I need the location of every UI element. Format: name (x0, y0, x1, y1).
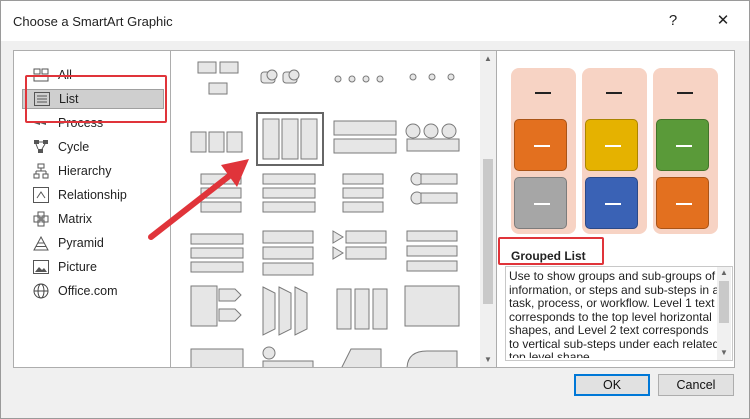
hierarchy-icon (32, 162, 50, 180)
group-heading-dash (677, 92, 693, 94)
category-label: Cycle (58, 140, 90, 154)
preview-pane: Grouped List Use to show groups and sub-… (496, 50, 735, 368)
category-label: Hierarchy (58, 164, 112, 178)
list-highlight-box (25, 75, 167, 123)
gallery-scrollbar[interactable]: ▲ ▼ (480, 51, 496, 367)
dialog-title: Choose a SmartArt Graphic (13, 14, 173, 29)
preview-group-2 (582, 68, 647, 234)
name-highlight-box (498, 237, 604, 265)
preview-block (514, 177, 567, 229)
preview-description: Use to show groups and sub-groups of inf… (509, 270, 720, 358)
close-button[interactable]: ✕ (713, 11, 733, 31)
scroll-down-icon[interactable]: ▼ (717, 348, 731, 357)
preview-block (656, 119, 709, 171)
preview-group-3 (653, 68, 718, 234)
category-label: Office.com (58, 284, 118, 298)
cancel-button[interactable]: Cancel (658, 374, 734, 396)
group-heading-dash (606, 92, 622, 94)
annotation-arrow (148, 159, 249, 240)
category-label: Pyramid (58, 236, 104, 250)
preview-block (585, 177, 638, 229)
ok-button[interactable]: OK (574, 374, 650, 396)
gallery-scroll-thumb[interactable] (483, 159, 493, 304)
matrix-icon (32, 210, 50, 228)
scroll-up-icon[interactable]: ▲ (480, 54, 496, 63)
preview-block (585, 119, 638, 171)
category-label: Relationship (58, 188, 127, 202)
category-label: Matrix (58, 212, 93, 226)
relationship-icon (32, 186, 50, 204)
globe-icon (32, 282, 50, 300)
description-scrollbar[interactable]: ▲ ▼ (717, 267, 731, 360)
preview-block (514, 119, 567, 171)
preview-group-1 (511, 68, 576, 234)
help-button[interactable]: ? (663, 11, 683, 31)
category-label: Picture (58, 260, 97, 274)
pyramid-icon (32, 234, 50, 252)
cycle-icon (32, 138, 50, 156)
category-picture[interactable]: Picture (22, 257, 164, 277)
category-office-com[interactable]: Office.com (22, 281, 164, 301)
group-heading-dash (535, 92, 551, 94)
title-bar: Choose a SmartArt Graphic ? ✕ (1, 1, 749, 41)
smartart-dialog: Choose a SmartArt Graphic ? ✕ All List P… (0, 0, 750, 419)
description-scroll-thumb[interactable] (719, 281, 729, 323)
scroll-down-icon[interactable]: ▼ (480, 355, 496, 364)
scroll-up-icon[interactable]: ▲ (717, 268, 731, 277)
picture-icon (32, 258, 50, 276)
preview-block (656, 177, 709, 229)
